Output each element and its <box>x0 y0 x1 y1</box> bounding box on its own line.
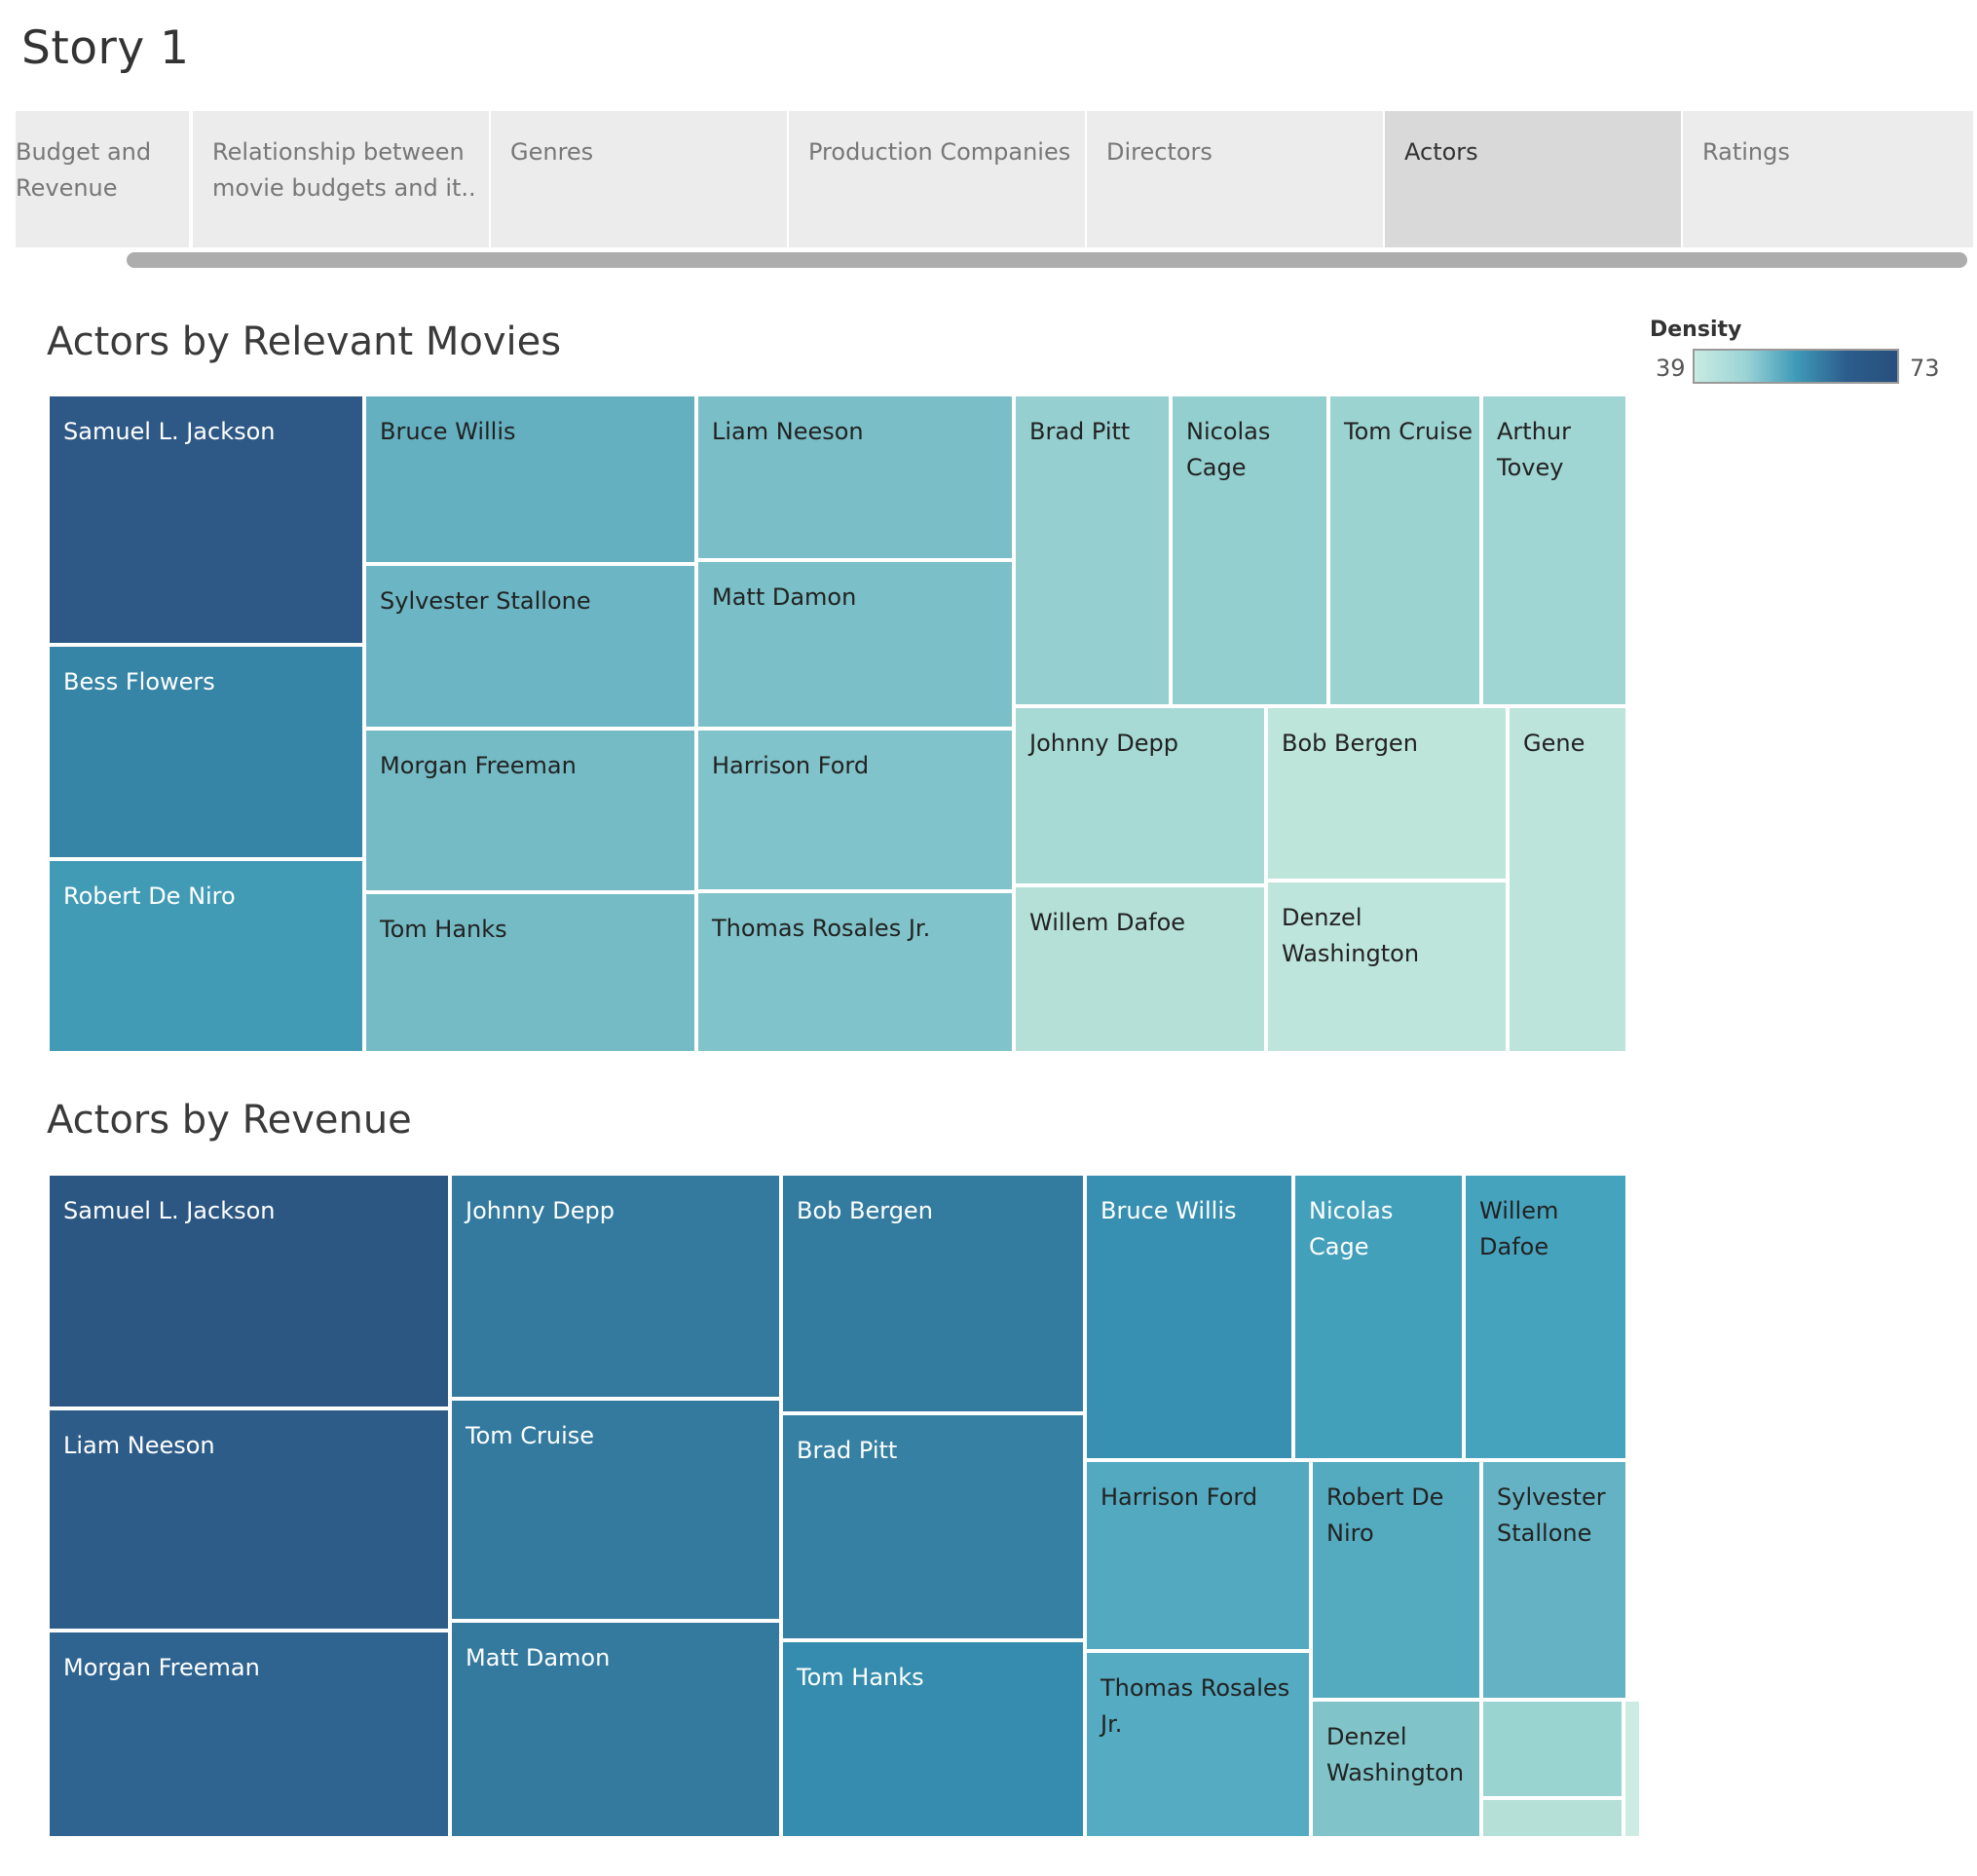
tab-ratings[interactable]: Ratings <box>1683 111 1973 247</box>
revenue-treemap-cell-label: Willem Dafoe <box>1479 1197 1559 1260</box>
tab-label: Budget and Revenue <box>16 138 152 202</box>
revenue-treemap-cell[interactable] <box>1481 1700 1623 1798</box>
movies-treemap-cell[interactable]: Liam Neeson <box>696 394 1014 560</box>
tab-label: Directors <box>1106 138 1212 166</box>
legend-title: Density <box>1650 318 1742 342</box>
movies-treemap-cell-label: Brad Pitt <box>1029 418 1131 445</box>
movies-treemap-cell[interactable]: Sylvester Stallone <box>364 564 696 729</box>
movies-treemap-cell[interactable]: Nicolas Cage <box>1171 394 1328 706</box>
movies-treemap-cell-label: Bess Flowers <box>63 668 215 695</box>
movies-treemap-cell-label: Tom Hanks <box>380 916 507 943</box>
revenue-treemap-cell-label: Morgan Freeman <box>63 1654 260 1681</box>
revenue-treemap-cell-label: Bruce Willis <box>1100 1197 1237 1224</box>
movies-treemap-cell-label: Harrison Ford <box>712 752 870 779</box>
movies-treemap-cell-label: Morgan Freeman <box>380 752 577 779</box>
revenue-treemap-cell[interactable]: Harrison Ford <box>1085 1460 1311 1651</box>
movies-treemap-cell-label: Sylvester Stallone <box>380 587 591 615</box>
movies-treemap-cell-label: Liam Neeson <box>712 418 864 445</box>
movies-treemap-cell[interactable]: Denzel Washington <box>1266 881 1508 1053</box>
movies-treemap-cell[interactable]: Tom Cruise <box>1328 394 1481 706</box>
revenue-treemap-cell[interactable] <box>1481 1798 1623 1838</box>
legend-max: 73 <box>1910 355 1940 382</box>
revenue-treemap-cell-label: Thomas Rosales Jr. <box>1100 1674 1290 1738</box>
movies-treemap-cell[interactable]: Morgan Freeman <box>364 729 696 892</box>
movies-treemap-cell-label: Nicolas Cage <box>1186 418 1271 481</box>
revenue-treemap-cell[interactable]: Thomas Rosales Jr. <box>1085 1651 1311 1838</box>
revenue-treemap-cell-label: Bob Bergen <box>797 1197 933 1224</box>
sheet-title-movies: Actors by Relevant Movies <box>47 319 562 364</box>
movies-treemap-cell[interactable]: Arthur Tovey <box>1481 394 1627 706</box>
tab-label: Production Companies <box>808 138 1071 166</box>
revenue-treemap-cell[interactable]: Tom Cruise <box>450 1399 781 1621</box>
movies-treemap-cell[interactable]: Bob Bergen <box>1266 706 1508 881</box>
tab-label: Relationship between movie budgets and i… <box>212 138 476 202</box>
revenue-treemap-cell[interactable]: Tom Hanks <box>781 1640 1085 1838</box>
revenue-treemap-cell[interactable]: Sylvester Stallone <box>1481 1460 1627 1700</box>
movies-treemap-cell[interactable]: Thomas Rosales Jr. <box>696 891 1014 1053</box>
tabs-scrollbar[interactable] <box>127 252 1967 268</box>
movies-treemap-cell-label: Johnny Depp <box>1029 730 1178 757</box>
movies-treemap-cell-label: Matt Damon <box>712 583 857 611</box>
revenue-treemap-cell-label: Denzel Washington <box>1326 1723 1465 1786</box>
movies-treemap-cell[interactable]: Matt Damon <box>696 560 1014 729</box>
movies-treemap-cell[interactable]: Harrison Ford <box>696 729 1014 891</box>
movies-treemap-cell[interactable]: Bruce Willis <box>364 394 696 564</box>
revenue-treemap-cell-label: Johnny Depp <box>466 1197 615 1224</box>
movies-treemap-cell-label: Samuel L. Jackson <box>63 418 276 445</box>
revenue-treemap-cell[interactable]: Bruce Willis <box>1085 1174 1293 1460</box>
sheet-title-revenue: Actors by Revenue <box>47 1098 412 1143</box>
revenue-treemap-cell-label: Matt Damon <box>466 1644 611 1671</box>
movies-treemap-cell-label: Arthur Tovey <box>1497 418 1571 481</box>
tab-label: Actors <box>1404 138 1478 166</box>
revenue-treemap-cell[interactable] <box>1623 1700 1641 1838</box>
story-title: Story 1 <box>21 21 190 75</box>
movies-treemap-cell[interactable]: Bess Flowers <box>48 645 364 859</box>
revenue-treemap-cell-label: Liam Neeson <box>63 1432 215 1459</box>
movies-treemap-cell-label: Thomas Rosales Jr. <box>712 915 931 942</box>
tab-directors[interactable]: Directors <box>1087 111 1383 247</box>
movies-treemap-cell-label: Gene <box>1523 730 1585 757</box>
movies-treemap-cell[interactable]: Johnny Depp <box>1014 706 1266 885</box>
movies-treemap-cell[interactable]: Tom Hanks <box>364 892 696 1053</box>
legend-min: 39 <box>1656 355 1686 382</box>
revenue-treemap-cell-label: Robert De Niro <box>1326 1483 1444 1547</box>
revenue-treemap-cell[interactable]: Brad Pitt <box>781 1413 1085 1640</box>
movies-treemap-cell-label: Denzel Washington <box>1282 904 1420 967</box>
tab-actors[interactable]: Actors <box>1385 111 1681 247</box>
revenue-treemap-cell[interactable]: Samuel L. Jackson <box>48 1174 450 1408</box>
tab-production-companies[interactable]: Production Companies <box>789 111 1085 247</box>
revenue-treemap-cell-label: Tom Cruise <box>466 1422 595 1449</box>
movies-treemap-cell[interactable]: Samuel L. Jackson <box>48 394 364 645</box>
movies-treemap-cell-label: Willem Dafoe <box>1029 909 1186 936</box>
tab-label: Genres <box>510 138 594 166</box>
revenue-treemap-cell-label: Tom Hanks <box>797 1664 924 1691</box>
tab-genres[interactable]: Genres <box>491 111 787 247</box>
movies-treemap-cell-label: Bob Bergen <box>1282 730 1418 757</box>
revenue-treemap-cell-label: Samuel L. Jackson <box>63 1197 276 1224</box>
revenue-treemap-cell-label: Brad Pitt <box>797 1437 898 1464</box>
tab-budget-and-revenue[interactable]: Budget and Revenue <box>16 111 189 247</box>
movies-treemap-cell-label: Tom Cruise <box>1344 418 1473 445</box>
revenue-treemap-cell[interactable]: Robert De Niro <box>1311 1460 1481 1700</box>
revenue-treemap-cell-label: Nicolas Cage <box>1309 1197 1394 1260</box>
movies-treemap-cell[interactable]: Willem Dafoe <box>1014 885 1266 1053</box>
movies-treemap-cell-label: Bruce Willis <box>380 418 516 445</box>
revenue-treemap-cell[interactable]: Matt Damon <box>450 1621 781 1838</box>
tab-label: Ratings <box>1702 138 1790 166</box>
revenue-treemap-cell[interactable]: Morgan Freeman <box>48 1631 450 1838</box>
revenue-treemap-cell[interactable]: Denzel Washington <box>1311 1700 1481 1838</box>
movies-treemap-cell-label: Robert De Niro <box>63 882 236 910</box>
revenue-treemap-cell-label: Sylvester Stallone <box>1497 1483 1606 1547</box>
movies-treemap-cell[interactable]: Brad Pitt <box>1014 394 1171 706</box>
revenue-treemap-cell[interactable]: Johnny Depp <box>450 1174 781 1399</box>
revenue-treemap-cell-label: Harrison Ford <box>1100 1483 1258 1511</box>
tab-relationship-budgets[interactable]: Relationship between movie budgets and i… <box>193 111 489 247</box>
revenue-treemap-cell[interactable]: Liam Neeson <box>48 1408 450 1631</box>
density-color-legend <box>1693 349 1899 384</box>
revenue-treemap-cell[interactable]: Bob Bergen <box>781 1174 1085 1413</box>
movies-treemap-cell[interactable]: Robert De Niro <box>48 859 364 1053</box>
revenue-treemap-cell[interactable]: Willem Dafoe <box>1464 1174 1627 1460</box>
revenue-treemap-cell[interactable]: Nicolas Cage <box>1293 1174 1464 1460</box>
movies-treemap-cell[interactable]: Gene <box>1508 706 1627 1053</box>
